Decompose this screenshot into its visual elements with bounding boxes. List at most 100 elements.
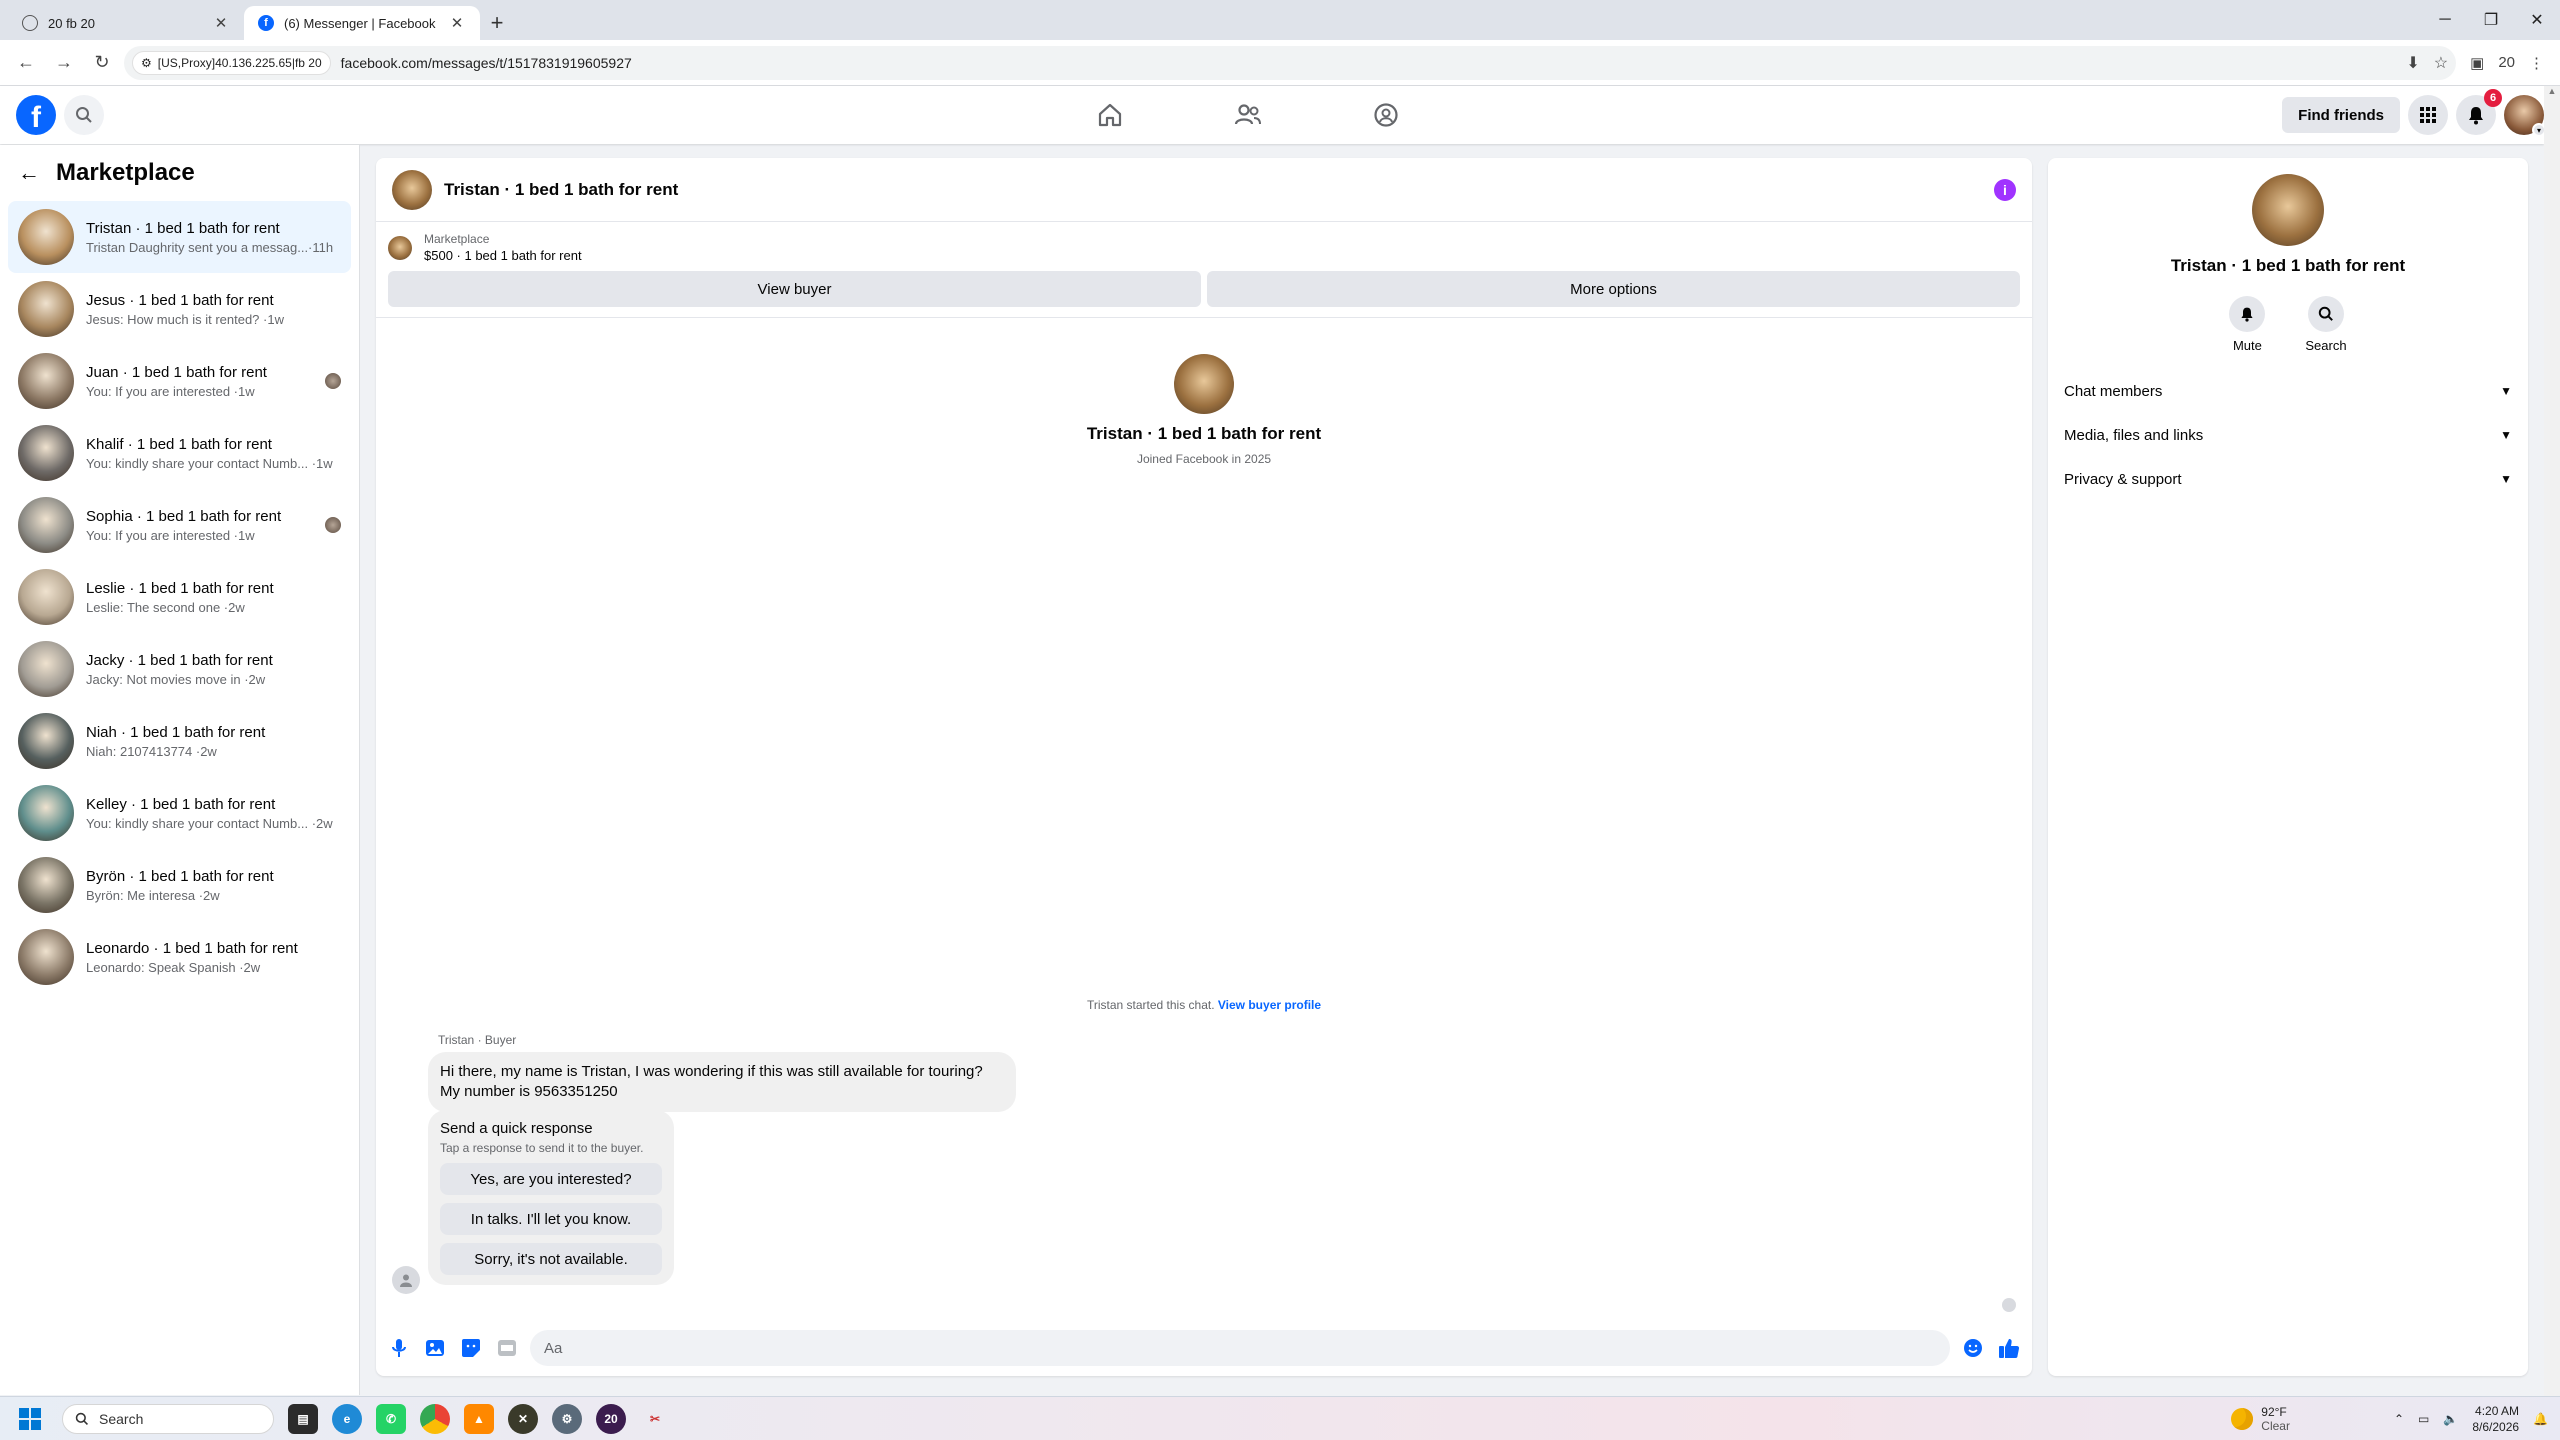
kebab-menu-icon[interactable]: ⋮: [2529, 54, 2544, 72]
file-explorer-icon[interactable]: ▤: [288, 1403, 318, 1434]
listing-summary[interactable]: Marketplace $500 · 1 bed 1 bath for rent: [376, 222, 2032, 263]
info-icon[interactable]: i: [1994, 178, 2016, 201]
notification-bell-icon[interactable]: 🔔: [2533, 1412, 2548, 1426]
chat-header-thumb[interactable]: [392, 169, 432, 210]
conversation-thumb: [18, 929, 74, 985]
back-arrow-icon[interactable]: ←: [18, 160, 40, 186]
network-icon[interactable]: ▭: [2418, 1412, 2429, 1426]
sender-avatar: [392, 1266, 420, 1294]
conversation-item[interactable]: Jacky · 1 bed 1 bath for rent Jacky: Not …: [8, 633, 351, 705]
message-input[interactable]: Aa: [530, 1330, 1950, 1366]
search-conversation-button[interactable]: Search: [2305, 296, 2347, 353]
emoji-icon[interactable]: [1960, 1335, 1986, 1361]
close-window-icon[interactable]: ✕: [2514, 0, 2560, 40]
proxy-chip[interactable]: ⚙ [US,Proxy]40.136.225.65|fb 20: [132, 50, 331, 75]
quick-reply-button[interactable]: Sorry, it's not available.: [440, 1243, 662, 1275]
conversation-item[interactable]: Khalif · 1 bed 1 bath for rent You: kindl…: [8, 417, 351, 489]
conversation-item[interactable]: Niah · 1 bed 1 bath for rent Niah: 210741…: [8, 705, 351, 777]
clock[interactable]: 4:20 AM 8/6/2026: [2472, 1403, 2519, 1435]
facebook-logo[interactable]: f: [16, 95, 56, 135]
close-tab-icon[interactable]: ✕: [448, 14, 466, 32]
view-buyer-profile-link[interactable]: View buyer profile: [1218, 998, 1321, 1012]
sticker-icon[interactable]: [458, 1335, 484, 1361]
thumbs-up-icon[interactable]: [1996, 1335, 2022, 1361]
friends-nav-button[interactable]: [1218, 86, 1278, 144]
xbox-icon[interactable]: ✕: [508, 1403, 538, 1434]
conversation-item[interactable]: Juan · 1 bed 1 bath for rent You: If you …: [8, 345, 351, 417]
vlc-icon[interactable]: ▲: [464, 1403, 494, 1434]
section-privacy-support[interactable]: Privacy & support ▼: [2056, 457, 2520, 501]
snipping-tool-icon[interactable]: ✂: [640, 1404, 670, 1434]
more-options-button[interactable]: More options: [1207, 271, 2020, 307]
find-friends-button[interactable]: Find friends: [2282, 97, 2400, 133]
view-buyer-button[interactable]: View buyer: [388, 271, 1201, 307]
conversation-text: Niah · 1 bed 1 bath for rent Niah: 210741…: [86, 724, 341, 759]
quick-response-subtitle: Tap a response to send it to the buyer.: [440, 1141, 644, 1155]
home-icon: [1098, 103, 1122, 127]
section-chat-members[interactable]: Chat members ▼: [2056, 369, 2520, 413]
notifications-button[interactable]: 6: [2456, 89, 2502, 135]
incoming-message: Hi there, my name is Tristan, I was wond…: [428, 1052, 1016, 1112]
back-icon[interactable]: ←: [10, 47, 42, 79]
new-tab-button[interactable]: +: [480, 6, 514, 40]
quick-reply-button[interactable]: Yes, are you interested?: [440, 1163, 662, 1195]
section-media-files-links[interactable]: Media, files and links ▼: [2056, 413, 2520, 457]
edge-browser-icon[interactable]: e: [332, 1403, 362, 1434]
conversation-item[interactable]: Leslie · 1 bed 1 bath for rent Leslie: Th…: [8, 561, 351, 633]
conversation-item[interactable]: Byrön · 1 bed 1 bath for rent Byrön: Me i…: [8, 849, 351, 921]
details-thumb[interactable]: [2252, 174, 2324, 246]
install-app-icon[interactable]: ⬇: [2406, 53, 2419, 73]
clock-time: 4:20 AM: [2475, 1403, 2520, 1418]
taskbar-search-placeholder: Search: [99, 1410, 144, 1427]
profile-count[interactable]: 20: [2498, 54, 2515, 71]
browser-tab-1[interactable]: 20 fb 20 ✕: [8, 6, 244, 40]
windows-start-icon[interactable]: [12, 1401, 48, 1437]
scroll-up-icon[interactable]: ▲: [2544, 86, 2560, 96]
photo-icon[interactable]: [422, 1335, 448, 1361]
chat-title[interactable]: Tristan · 1 bed 1 bath for rent: [444, 180, 1982, 200]
conversation-item[interactable]: Sophia · 1 bed 1 bath for rent You: If yo…: [8, 489, 351, 561]
notification-badge: 6: [2484, 89, 2502, 107]
restore-icon[interactable]: ❐: [2468, 0, 2514, 40]
mute-button[interactable]: Mute: [2229, 296, 2266, 353]
intro-thumb[interactable]: [1174, 354, 1234, 414]
browser-profile-app-icon[interactable]: 20: [596, 1403, 626, 1434]
conversation-item[interactable]: Jesus · 1 bed 1 bath for rent Jesus: How …: [8, 273, 351, 345]
microphone-icon[interactable]: [386, 1335, 412, 1361]
tab-label: 20 fb 20: [48, 15, 95, 31]
page-scrollbar[interactable]: ▲: [2544, 86, 2560, 1396]
minimize-icon[interactable]: ─: [2422, 0, 2468, 40]
groups-nav-button[interactable]: [1356, 86, 1416, 144]
weather-widget[interactable]: 92°F Clear: [2231, 1405, 2290, 1433]
close-tab-icon[interactable]: ✕: [212, 14, 230, 32]
chevron-up-icon[interactable]: ⌃: [2394, 1412, 2404, 1426]
proxy-label: [US,Proxy]40.136.225.65|fb 20: [157, 55, 322, 70]
forward-icon[interactable]: →: [48, 47, 80, 79]
chevron-down-icon: ▼: [2500, 428, 2512, 442]
conversation-item[interactable]: Leonardo · 1 bed 1 bath for rent Leonardo…: [8, 921, 351, 993]
home-nav-button[interactable]: [1080, 86, 1140, 144]
browser-tab-2[interactable]: f (6) Messenger | Facebook ✕: [244, 6, 480, 40]
conversation-thumb: [18, 569, 74, 625]
facebook-search-button[interactable]: [64, 95, 104, 135]
conversation-item[interactable]: Tristan · 1 bed 1 bath for rent Tristan D…: [8, 201, 351, 273]
account-avatar[interactable]: ▾: [2504, 95, 2546, 137]
menu-button[interactable]: [2408, 95, 2448, 135]
conversation-name: Sophia · 1 bed 1 bath for rent: [86, 507, 282, 525]
speaker-icon[interactable]: 🔈: [2443, 1412, 2458, 1426]
omnibox[interactable]: ⚙ [US,Proxy]40.136.225.65|fb 20 facebook…: [124, 45, 2457, 80]
taskbar-search[interactable]: Search: [62, 1403, 274, 1434]
settings-gear-icon[interactable]: ⚙: [552, 1403, 582, 1434]
conversation-item[interactable]: Kelley · 1 bed 1 bath for rent You: kindl…: [8, 777, 351, 849]
url-text[interactable]: facebook.com/messages/t/1517831919605927: [341, 55, 632, 71]
conversation-text: Khalif · 1 bed 1 bath for rent You: kindl…: [86, 436, 341, 471]
bookmark-star-icon[interactable]: ☆: [2434, 53, 2448, 73]
conversation-preview: Leslie: The second one ·2w: [86, 599, 245, 615]
gif-icon[interactable]: [494, 1335, 520, 1361]
whatsapp-icon[interactable]: ✆: [376, 1403, 406, 1434]
chrome-icon[interactable]: [420, 1403, 450, 1434]
quick-reply-button[interactable]: In talks. I'll let you know.: [440, 1203, 662, 1235]
chevron-down-icon: ▼: [2500, 384, 2512, 398]
side-panel-icon[interactable]: ▣: [2470, 54, 2484, 72]
reload-icon[interactable]: ↻: [86, 47, 118, 79]
